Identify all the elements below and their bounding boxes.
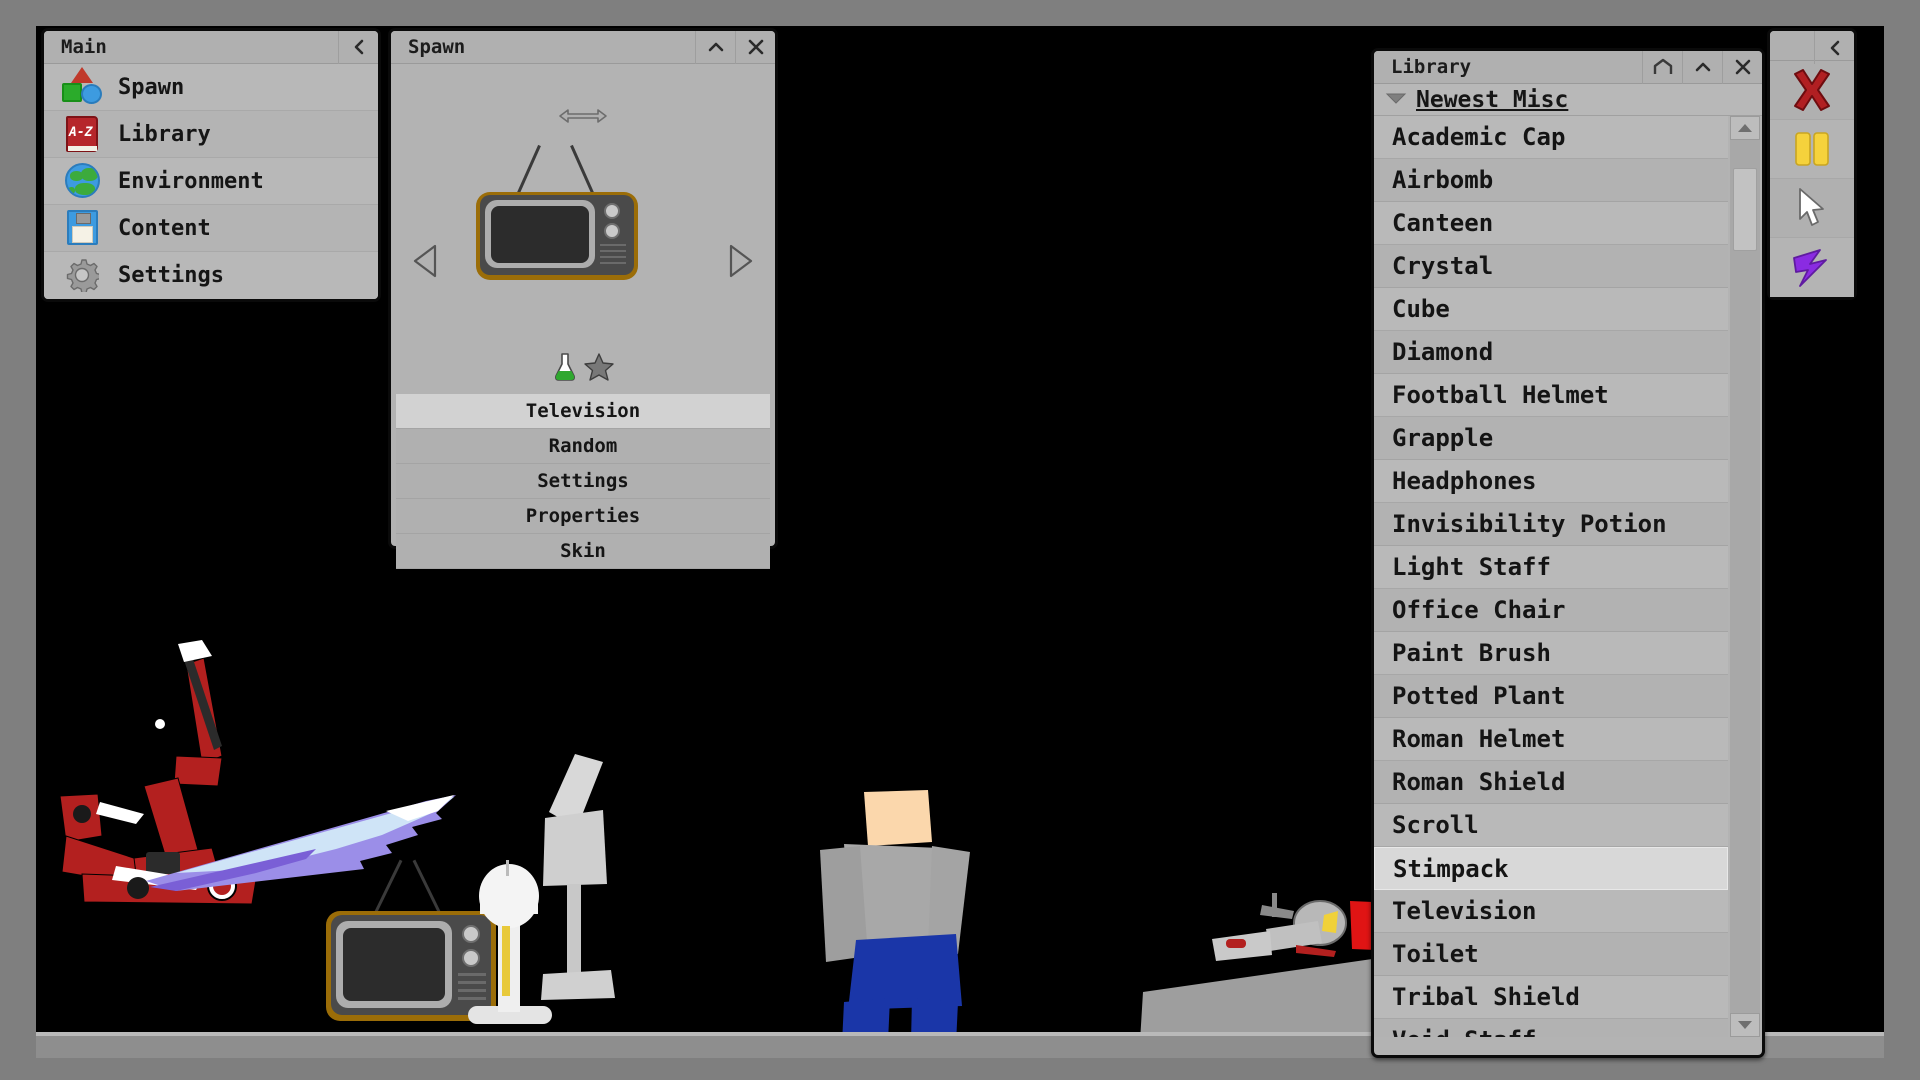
library-list-item[interactable]: Paint Brush bbox=[1374, 632, 1728, 675]
library-list-item[interactable]: Roman Helmet bbox=[1374, 718, 1728, 761]
sidebar-item-label: Environment bbox=[118, 168, 264, 194]
library-list-item[interactable]: Light Staff bbox=[1374, 546, 1728, 589]
library-list-item[interactable]: Potted Plant bbox=[1374, 675, 1728, 718]
globe-icon bbox=[60, 160, 104, 202]
library-list-item[interactable]: Roman Shield bbox=[1374, 761, 1728, 804]
spawn-button-skin[interactable]: Skin bbox=[396, 534, 770, 569]
pause-tool-icon[interactable] bbox=[1770, 120, 1854, 179]
spawn-panel-titlebar[interactable]: Spawn bbox=[391, 30, 775, 64]
triangle-right-icon[interactable] bbox=[723, 242, 757, 280]
tool-panel-titlebar[interactable] bbox=[1770, 31, 1854, 64]
floppy-disk-icon bbox=[60, 207, 104, 249]
library-scrollbar[interactable] bbox=[1730, 116, 1760, 1037]
chevron-up-icon[interactable] bbox=[695, 30, 735, 64]
sidebar-item-settings[interactable]: Settings bbox=[44, 252, 378, 299]
library-list-item[interactable]: Tribal Shield bbox=[1374, 976, 1728, 1019]
library-scrollbar-thumb[interactable] bbox=[1733, 167, 1757, 251]
shapes-icon bbox=[60, 66, 104, 108]
lightning-tool-icon[interactable] bbox=[1770, 238, 1854, 297]
gear-icon bbox=[60, 255, 104, 297]
sidebar-item-library[interactable]: A-Z Library bbox=[44, 111, 378, 158]
sidebar-item-environment[interactable]: Environment bbox=[44, 158, 378, 205]
ragdoll-character[interactable] bbox=[806, 766, 1036, 1058]
close-icon[interactable] bbox=[735, 30, 775, 64]
library-list-item[interactable]: Headphones bbox=[1374, 460, 1728, 503]
library-panel: Library Newest Misc Academic Cap Airbomb C… bbox=[1371, 48, 1765, 1058]
sidebar-item-label: Settings bbox=[118, 263, 224, 288]
library-category-header[interactable]: Newest Misc bbox=[1374, 84, 1762, 116]
library-list-item[interactable]: Office Chair bbox=[1374, 589, 1728, 632]
library-list-item[interactable]: Airbomb bbox=[1374, 159, 1728, 202]
book-az-icon: A-Z bbox=[60, 113, 104, 155]
triangle-left-icon[interactable] bbox=[409, 242, 443, 280]
delete-tool-icon[interactable] bbox=[1770, 61, 1854, 120]
library-list: Academic Cap Airbomb Canteen Crystal Cube Dia… bbox=[1374, 116, 1728, 1037]
scroll-up-arrow-icon[interactable] bbox=[1730, 116, 1760, 140]
chevron-left-icon[interactable] bbox=[1814, 31, 1854, 64]
library-panel-titlebar[interactable]: Library bbox=[1374, 50, 1762, 84]
sidebar-item-label: Spawn bbox=[118, 74, 185, 100]
library-list-item[interactable]: Stimpack bbox=[1374, 847, 1728, 890]
office-chair-prop[interactable] bbox=[541, 754, 651, 1054]
spawn-button-properties[interactable]: Properties bbox=[396, 499, 770, 534]
spawn-button-random[interactable]: Random bbox=[396, 429, 770, 464]
flask-icon bbox=[552, 352, 578, 386]
caret-down-icon bbox=[1384, 90, 1408, 109]
library-list-item[interactable]: Void Staff bbox=[1374, 1019, 1728, 1037]
library-list-item[interactable]: Invisibility Potion bbox=[1374, 503, 1728, 546]
star-icon bbox=[584, 352, 614, 386]
spawn-button-television[interactable]: Television bbox=[396, 394, 770, 429]
main-menu-panel: Main Spawn A-Z Library Environment Conte… bbox=[41, 28, 381, 302]
library-list-item[interactable]: Television bbox=[1374, 890, 1728, 933]
sidebar-item-content[interactable]: Content bbox=[44, 205, 378, 252]
app-root: Main Spawn A-Z Library Environment Conte… bbox=[0, 0, 1920, 1080]
home-icon[interactable] bbox=[1642, 50, 1682, 84]
spawn-badges bbox=[391, 352, 775, 386]
library-list-item[interactable]: Diamond bbox=[1374, 331, 1728, 374]
sidebar-item-label: Library bbox=[118, 121, 211, 147]
chevron-up-icon[interactable] bbox=[1682, 50, 1722, 84]
tool-panel bbox=[1767, 28, 1857, 300]
library-list-item[interactable]: Football Helmet bbox=[1374, 374, 1728, 417]
spawn-panel: Spawn Television Random Settings Propert… bbox=[388, 28, 778, 569]
close-icon[interactable] bbox=[1722, 50, 1762, 84]
scroll-down-arrow-icon[interactable] bbox=[1730, 1013, 1760, 1037]
library-list-item[interactable]: Toilet bbox=[1374, 933, 1728, 976]
spawn-preview-television bbox=[476, 144, 648, 292]
library-list-item[interactable]: Scroll bbox=[1374, 804, 1728, 847]
library-list-item[interactable]: Canteen bbox=[1374, 202, 1728, 245]
spawn-button-settings[interactable]: Settings bbox=[396, 464, 770, 499]
main-panel-titlebar[interactable]: Main bbox=[44, 30, 378, 64]
library-list-item[interactable]: Crystal bbox=[1374, 245, 1728, 288]
spawn-panel-body: Television Random Settings Properties Sk… bbox=[391, 64, 775, 569]
main-panel-title: Main bbox=[61, 36, 107, 58]
left-right-arrow-icon[interactable] bbox=[556, 106, 610, 130]
library-list-item[interactable]: Academic Cap bbox=[1374, 116, 1728, 159]
spawn-panel-title: Spawn bbox=[408, 36, 466, 58]
library-list-item[interactable]: Grapple bbox=[1374, 417, 1728, 460]
library-list-item[interactable]: Cube bbox=[1374, 288, 1728, 331]
select-tool-icon[interactable] bbox=[1770, 179, 1854, 238]
sidebar-item-label: Content bbox=[118, 215, 211, 241]
library-panel-title: Library bbox=[1391, 56, 1472, 78]
sidebar-item-spawn[interactable]: Spawn bbox=[44, 64, 378, 111]
library-list-container: Academic Cap Airbomb Canteen Crystal Cube Dia… bbox=[1374, 116, 1762, 1037]
library-category-label: Newest Misc bbox=[1416, 86, 1569, 113]
spawn-action-buttons: Television Random Settings Properties Sk… bbox=[396, 394, 770, 569]
chevron-left-icon[interactable] bbox=[338, 30, 378, 64]
purple-blue-feather-sword[interactable] bbox=[136, 761, 466, 901]
